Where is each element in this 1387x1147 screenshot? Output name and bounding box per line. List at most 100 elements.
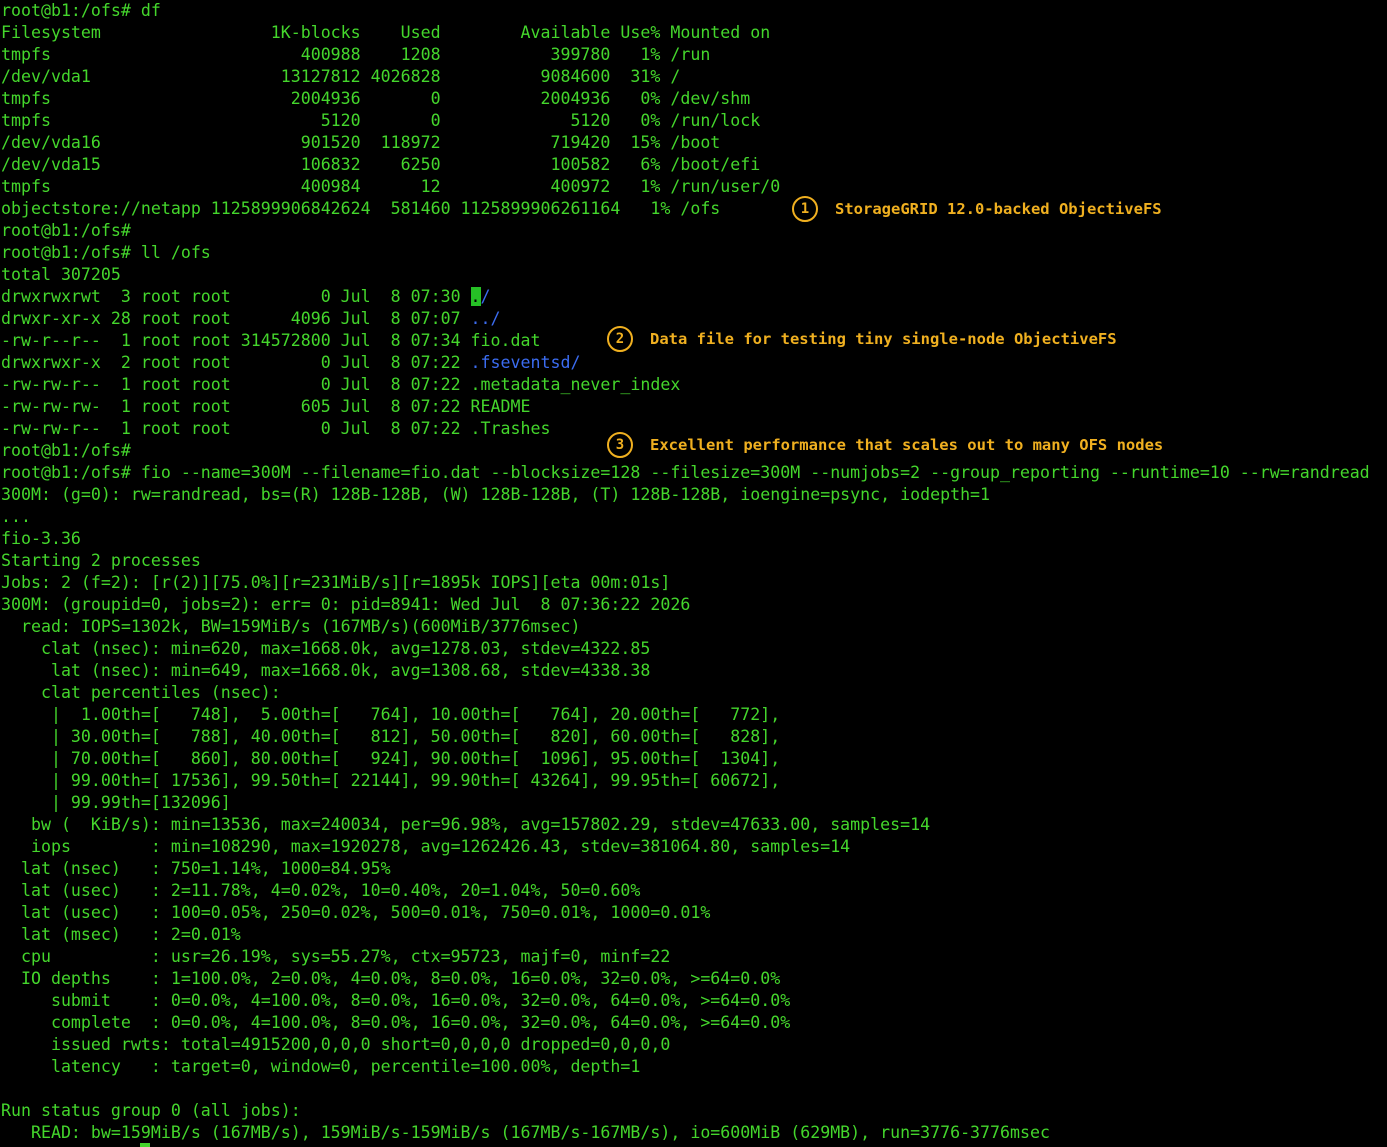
terminal-text: 300M: (g=0): rw=randread, bs=(R) 128B-12… (1, 485, 991, 504)
terminal-line: latency : target=0, window=0, percentile… (1, 1056, 1387, 1078)
terminal-cursor (140, 1143, 150, 1147)
terminal-line: 300M: (g=0): rw=randread, bs=(R) 128B-12… (1, 484, 1387, 506)
terminal-text: /dev/vda15 106832 6250 100582 6% /boot/e… (1, 155, 761, 174)
terminal-text: tmpfs 2004936 0 2004936 0% /dev/shm (1, 89, 751, 108)
callout-text: Data file for testing tiny single-node O… (650, 330, 1117, 348)
terminal-line: complete : 0=0.0%, 4=100.0%, 8=0.0%, 16=… (1, 1012, 1387, 1034)
terminal-line: Run status group 0 (all jobs): (1, 1100, 1387, 1122)
terminal-text: clat (nsec): min=620, max=1668.0k, avg=1… (1, 639, 651, 658)
terminal-text: objectstore://netapp 1125899906842624 58… (1, 199, 721, 218)
terminal-text: lat (usec) : 2=11.78%, 4=0.02%, 10=0.40%… (1, 881, 641, 900)
terminal-line: /dev/vda15 106832 6250 100582 6% /boot/e… (1, 154, 1387, 176)
terminal-line: Starting 2 processes (1, 550, 1387, 572)
terminal-text: IO depths : 1=100.0%, 2=0.0%, 4=0.0%, 8=… (1, 969, 781, 988)
directory-entry: ../ (470, 309, 501, 328)
terminal-text: /dev/vda1 13127812 4026828 9084600 31% / (1, 67, 681, 86)
terminal-text: iops : min=108290, max=1920278, avg=1262… (1, 837, 851, 856)
terminal-text: READ: bw=159MiB/s (167MB/s), 159MiB/s-15… (1, 1123, 1050, 1142)
terminal-line: root@b1:/ofs# ll /ofs (1, 242, 1387, 264)
terminal-line: clat (nsec): min=620, max=1668.0k, avg=1… (1, 638, 1387, 660)
terminal-line: | 99.99th=[132096] (1, 792, 1387, 814)
terminal-line: lat (usec) : 2=11.78%, 4=0.02%, 10=0.40%… (1, 880, 1387, 902)
terminal-line: tmpfs 400984 12 400972 1% /run/user/0 (1, 176, 1387, 198)
terminal-text: submit : 0=0.0%, 4=100.0%, 8=0.0%, 16=0.… (1, 991, 791, 1010)
terminal-line: lat (nsec) : 750=1.14%, 1000=84.95% (1, 858, 1387, 880)
terminal-text: ... (1, 507, 31, 526)
callout-1: 1 StorageGRID 12.0-backed ObjectiveFS (792, 196, 1162, 222)
highlighted-entry: . (470, 287, 481, 306)
terminal-text: lat (nsec) : 750=1.14%, 1000=84.95% (1, 859, 391, 878)
callout-text: StorageGRID 12.0-backed ObjectiveFS (835, 200, 1162, 218)
terminal-text: -rw-rw-r-- 1 root root 0 Jul 8 07:22 .Tr… (1, 419, 551, 438)
terminal-text: | 1.00th=[ 748], 5.00th=[ 764], 10.00th=… (1, 705, 781, 724)
terminal-text: issued rwts: total=4915200,0,0,0 short=0… (1, 1035, 671, 1054)
terminal-line: objectstore://netapp 1125899906842624 58… (1, 198, 1387, 220)
callout-number-badge: 1 (792, 196, 818, 222)
terminal-output: root@b1:/ofs# df Filesystem 1K-blocks Use… (1, 0, 1387, 1144)
terminal-line: tmpfs 400988 1208 399780 1% /run (1, 44, 1387, 66)
terminal-line: | 1.00th=[ 748], 5.00th=[ 764], 10.00th=… (1, 704, 1387, 726)
callout-number-badge: 3 (607, 432, 633, 458)
terminal-line: ... (1, 506, 1387, 528)
terminal-line: | 30.00th=[ 788], 40.00th=[ 812], 50.00t… (1, 726, 1387, 748)
terminal-text: Jobs: 2 (f=2): [r(2)][75.0%][r=231MiB/s]… (1, 573, 671, 592)
terminal-text: drwxrwxr-x 2 root root 0 Jul 8 07:22 (1, 353, 471, 372)
terminal-line: tmpfs 2004936 0 2004936 0% /dev/shm (1, 88, 1387, 110)
terminal-line: lat (usec) : 100=0.05%, 250=0.02%, 500=0… (1, 902, 1387, 924)
terminal-line: clat percentiles (nsec): (1, 682, 1387, 704)
terminal-text: root@b1:/ofs# fio --name=300M --filename… (1, 463, 1370, 482)
terminal-line: Jobs: 2 (f=2): [r(2)][75.0%][r=231MiB/s]… (1, 572, 1387, 594)
terminal-line: cpu : usr=26.19%, sys=55.27%, ctx=95723,… (1, 946, 1387, 968)
terminal-text: total 307205 (1, 265, 121, 284)
terminal-text: latency : target=0, window=0, percentile… (1, 1057, 641, 1076)
terminal-text: complete : 0=0.0%, 4=100.0%, 8=0.0%, 16=… (1, 1013, 791, 1032)
terminal-text: root@b1:/ofs# (1, 221, 131, 240)
terminal-text: | 70.00th=[ 860], 80.00th=[ 924], 90.00t… (1, 749, 781, 768)
terminal-line: iops : min=108290, max=1920278, avg=1262… (1, 836, 1387, 858)
terminal-line: -rw-rw-rw- 1 root root 605 Jul 8 07:22 R… (1, 396, 1387, 418)
terminal-window[interactable]: root@b1:/ofs# df Filesystem 1K-blocks Use… (0, 0, 1387, 1147)
terminal-line: IO depths : 1=100.0%, 2=0.0%, 4=0.0%, 8=… (1, 968, 1387, 990)
terminal-line: drwxrwxr-x 2 root root 0 Jul 8 07:22 .fs… (1, 352, 1387, 374)
callout-2: 2 Data file for testing tiny single-node… (607, 326, 1117, 352)
callout-text: Excellent performance that scales out to… (650, 436, 1164, 454)
terminal-text: 300M: (groupid=0, jobs=2): err= 0: pid=8… (1, 595, 691, 614)
terminal-line: tmpfs 5120 0 5120 0% /run/lock (1, 110, 1387, 132)
terminal-line: submit : 0=0.0%, 4=100.0%, 8=0.0%, 16=0.… (1, 990, 1387, 1012)
terminal-line: /dev/vda1 13127812 4026828 9084600 31% / (1, 66, 1387, 88)
terminal-line: READ: bw=159MiB/s (167MB/s), 159MiB/s-15… (1, 1122, 1387, 1144)
directory-entry: .fseventsd/ (470, 353, 581, 372)
terminal-line: | 99.00th=[ 17536], 99.50th=[ 22144], 99… (1, 770, 1387, 792)
terminal-text: root@b1:/ofs# (1, 441, 131, 460)
terminal-text: | 30.00th=[ 788], 40.00th=[ 812], 50.00t… (1, 727, 781, 746)
terminal-line: /dev/vda16 901520 118972 719420 15% /boo… (1, 132, 1387, 154)
terminal-text: Filesystem 1K-blocks Used Available Use%… (1, 23, 771, 42)
terminal-line: fio-3.36 (1, 528, 1387, 550)
terminal-text: lat (msec) : 2=0.01% (1, 925, 241, 944)
terminal-text: tmpfs 400988 1208 399780 1% /run (1, 45, 711, 64)
terminal-line: total 307205 (1, 264, 1387, 286)
terminal-line: read: IOPS=1302k, BW=159MiB/s (167MB/s)(… (1, 616, 1387, 638)
terminal-line: root@b1:/ofs# fio --name=300M --filename… (1, 462, 1387, 484)
callout-3: 3 Excellent performance that scales out … (607, 432, 1163, 458)
terminal-text: -rw-rw-r-- 1 root root 0 Jul 8 07:22 .me… (1, 375, 681, 394)
terminal-line: root@b1:/ofs# df (1, 0, 1387, 22)
terminal-text: /dev/vda16 901520 118972 719420 15% /boo… (1, 133, 721, 152)
terminal-text: read: IOPS=1302k, BW=159MiB/s (167MB/s)(… (1, 617, 581, 636)
terminal-line: drwxrwxrwt 3 root root 0 Jul 8 07:30 ./ (1, 286, 1387, 308)
terminal-text: -rw-r--r-- 1 root root 314572800 Jul 8 0… (1, 331, 541, 350)
terminal-line: lat (msec) : 2=0.01% (1, 924, 1387, 946)
terminal-text: drwxr-xr-x 28 root root 4096 Jul 8 07:07 (1, 309, 471, 328)
terminal-text: root@b1:/ofs# ll /ofs (1, 243, 211, 262)
terminal-line: bw ( KiB/s): min=13536, max=240034, per=… (1, 814, 1387, 836)
terminal-text: root@b1:/ofs# df (1, 1, 161, 20)
terminal-text: tmpfs 5120 0 5120 0% /run/lock (1, 111, 761, 130)
terminal-text: clat percentiles (nsec): (1, 683, 281, 702)
terminal-line: 300M: (groupid=0, jobs=2): err= 0: pid=8… (1, 594, 1387, 616)
terminal-text: Starting 2 processes (1, 551, 201, 570)
terminal-line: root@b1:/ofs# (1, 220, 1387, 242)
terminal-text: lat (nsec): min=649, max=1668.0k, avg=13… (1, 661, 651, 680)
terminal-line: | 70.00th=[ 860], 80.00th=[ 924], 90.00t… (1, 748, 1387, 770)
terminal-text: fio-3.36 (1, 529, 81, 548)
